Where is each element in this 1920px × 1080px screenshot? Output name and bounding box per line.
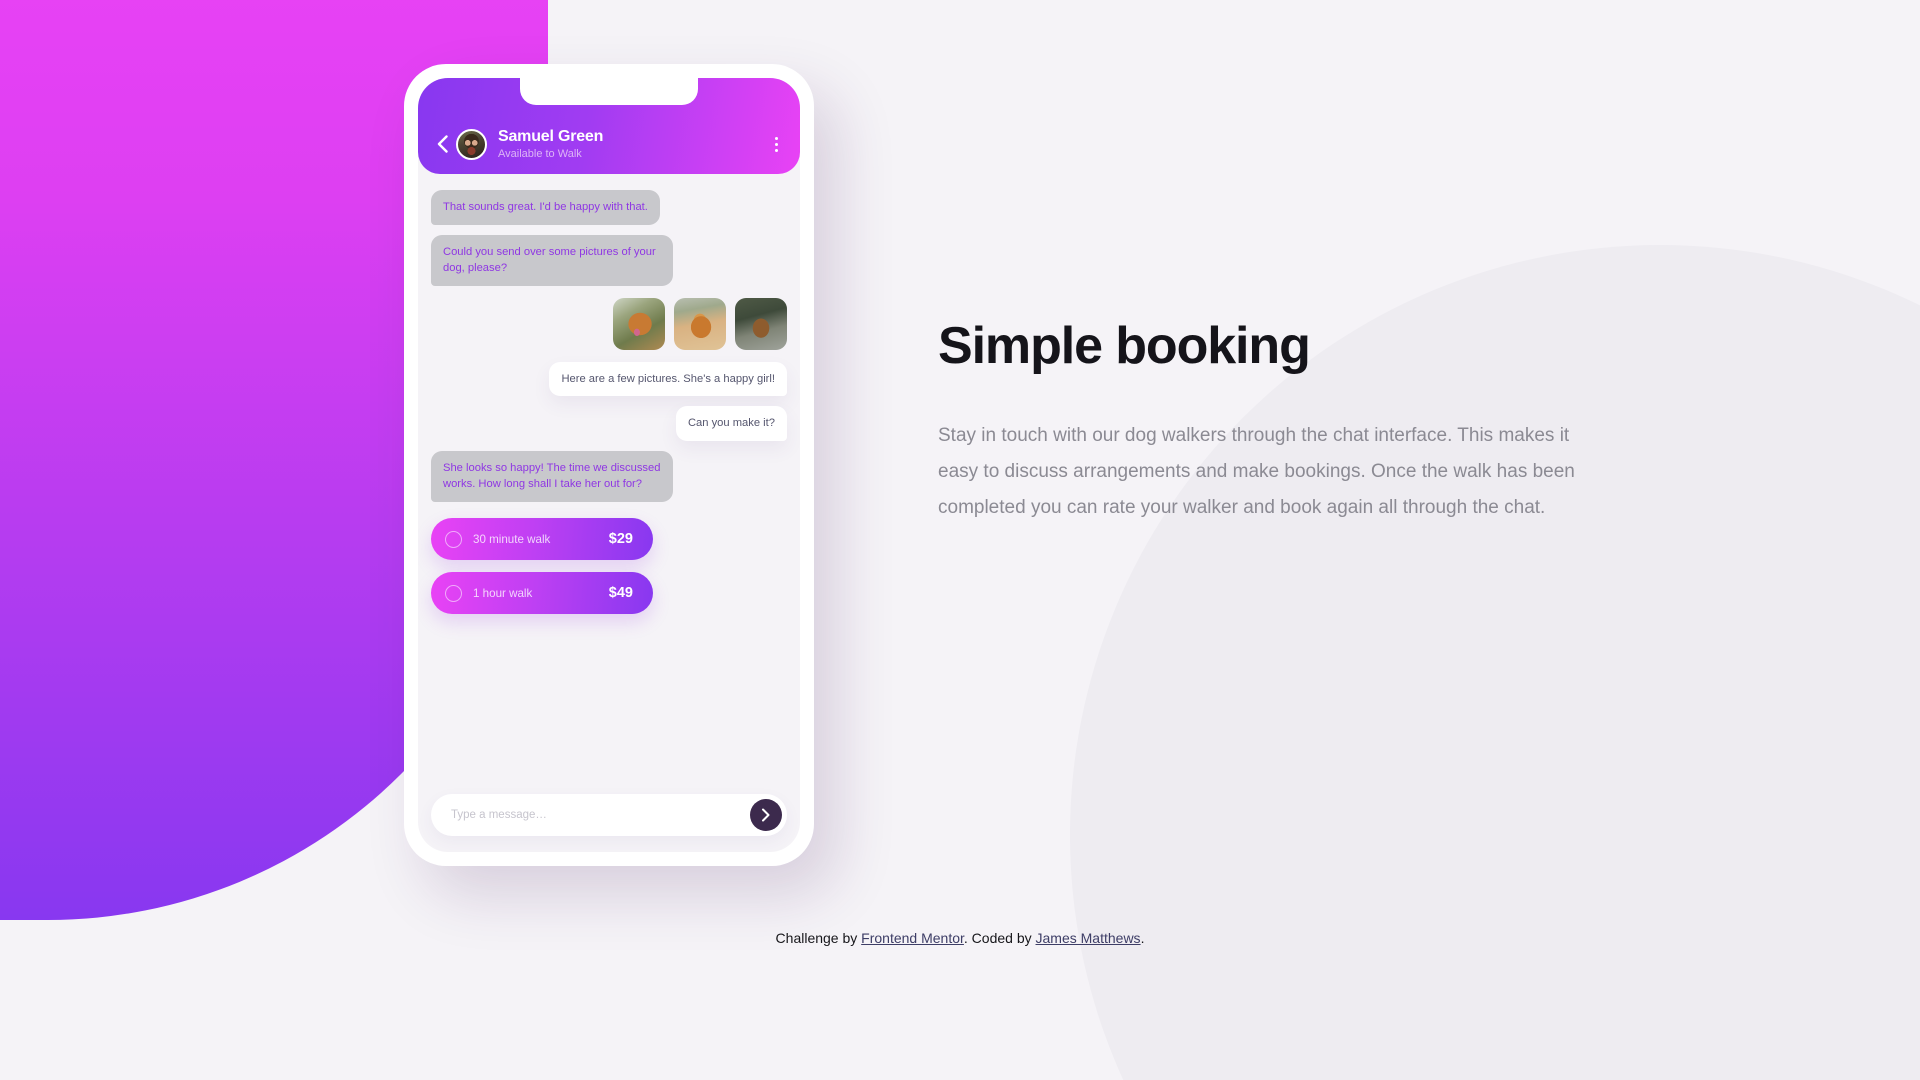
outgoing-message: Can you make it?	[675, 406, 787, 441]
frontend-mentor-link[interactable]: Frontend Mentor	[861, 930, 964, 946]
message-row: Could you send over some pictures of you…	[431, 234, 787, 286]
author-link[interactable]: James Matthews	[1036, 930, 1141, 946]
content-column: Simple booking Stay in touch with our do…	[938, 318, 1598, 525]
message-input[interactable]	[451, 809, 750, 821]
send-button[interactable]	[750, 799, 782, 831]
attribution: Challenge by Frontend Mentor. Coded by J…	[0, 930, 1920, 946]
incoming-message: That sounds great. I'd be happy with tha…	[431, 190, 660, 225]
chevron-left-icon[interactable]	[432, 131, 452, 157]
photo-attachment-row	[431, 297, 787, 350]
incoming-message: Could you send over some pictures of you…	[431, 234, 674, 286]
page-description: Stay in touch with our dog walkers throu…	[938, 425, 1575, 518]
radio-icon[interactable]	[445, 530, 462, 548]
walk-option-label: 1 hour walk	[473, 586, 533, 600]
message-row: Here are a few pictures. She's a happy g…	[431, 361, 787, 397]
contact-status: Available to Walk	[498, 148, 582, 161]
chevron-right-icon	[762, 808, 770, 822]
phone-notch	[520, 78, 698, 105]
walk-option-30-minute[interactable]: 30 minute walk $29	[431, 518, 653, 561]
attribution-suffix: .	[1140, 930, 1145, 946]
incoming-message: She looks so happy! The time we discusse…	[431, 450, 674, 503]
phone-screen: Samuel Green Available to Walk That soun…	[418, 78, 800, 852]
dog-photo-2[interactable]	[674, 297, 726, 350]
page-root: Samuel Green Available to Walk That soun…	[0, 0, 1920, 1080]
chat-message-list: That sounds great. I'd be happy with tha…	[418, 174, 800, 788]
avatar	[456, 128, 487, 160]
message-row: Can you make it?	[431, 406, 787, 441]
dog-photo-1[interactable]	[613, 297, 665, 350]
phone-mockup: Samuel Green Available to Walk That soun…	[404, 64, 814, 866]
message-row: She looks so happy! The time we discusse…	[431, 450, 787, 503]
kebab-menu-icon[interactable]	[771, 133, 782, 156]
page-title: Simple booking	[938, 317, 1311, 375]
message-row: That sounds great. I'd be happy with tha…	[431, 190, 787, 225]
walk-option-1-hour[interactable]: 1 hour walk $49	[431, 572, 653, 615]
dog-photo-3[interactable]	[735, 297, 787, 350]
walk-option-price: $49	[608, 585, 633, 602]
message-input-bar	[431, 794, 787, 836]
outgoing-message: Here are a few pictures. She's a happy g…	[549, 361, 787, 397]
walk-option-price: $29	[608, 531, 633, 548]
contact-name: Samuel Green	[498, 127, 604, 145]
attribution-prefix: Challenge by	[775, 930, 862, 946]
attribution-middle: . Coded by	[963, 930, 1036, 946]
walk-option-list: 30 minute walk $29 1 hour walk $49	[431, 516, 787, 626]
walk-option-label: 30 minute walk	[473, 532, 551, 546]
radio-icon[interactable]	[445, 584, 462, 602]
